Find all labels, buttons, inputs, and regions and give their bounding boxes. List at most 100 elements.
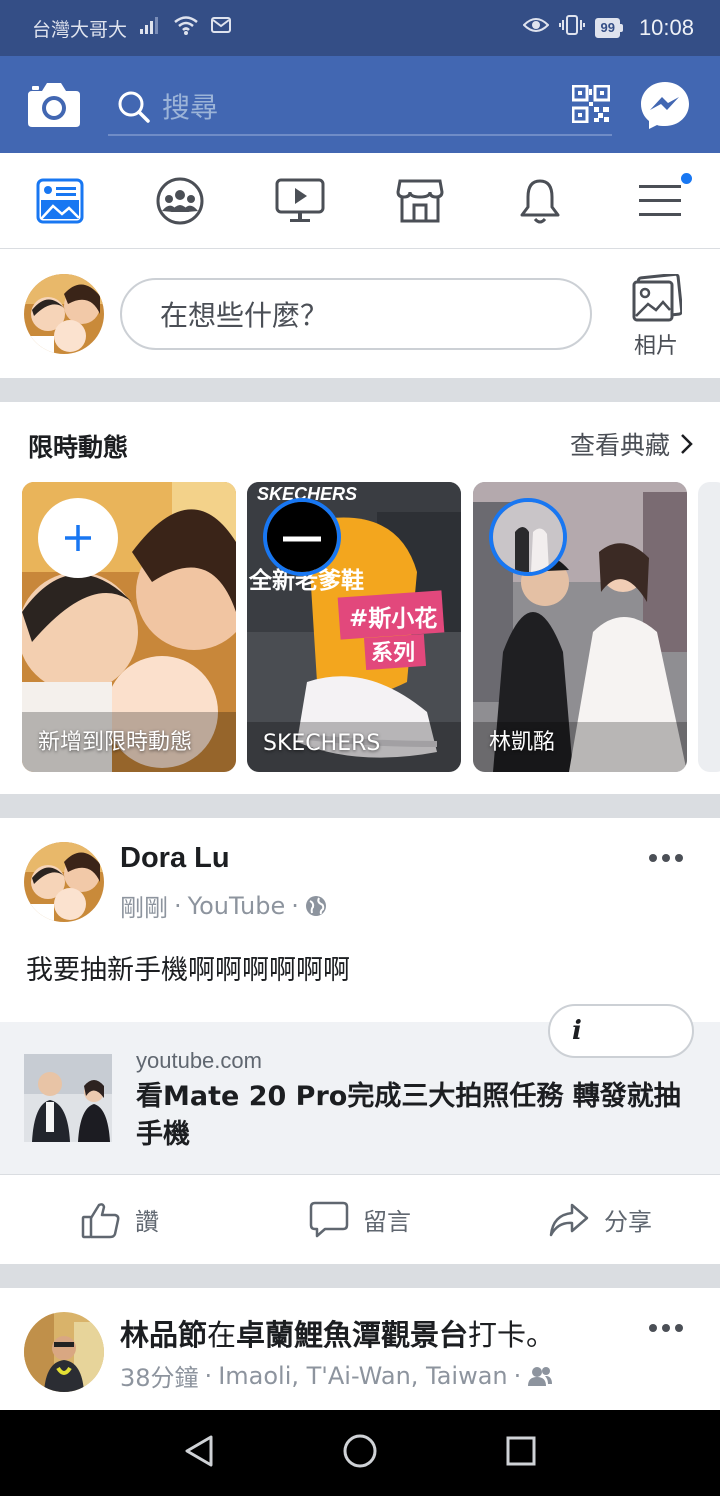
meta-separator: · — [174, 891, 182, 920]
notification-badge — [679, 171, 694, 186]
story-label: SKECHERS — [263, 731, 381, 756]
post-more-button[interactable] — [648, 1318, 684, 1338]
composer: 在想些什麼？ 相片 — [0, 250, 720, 378]
like-button[interactable]: 讚 — [0, 1175, 240, 1264]
messenger-button[interactable] — [640, 80, 690, 130]
post-more-button[interactable] — [648, 848, 684, 868]
menu-icon — [639, 184, 681, 216]
post-title: 林品節在卓蘭鯉魚潭觀景台打卡。 — [120, 1312, 555, 1354]
more-options-icon — [649, 854, 683, 862]
post-meta: 剛剛 · YouTube · — [120, 888, 327, 923]
post-time[interactable]: 剛剛 — [120, 888, 168, 923]
qr-code-button[interactable] — [571, 84, 611, 124]
marketplace-icon — [396, 179, 444, 222]
photo-icon — [632, 274, 682, 322]
battery-icon: 99 — [595, 18, 623, 38]
back-icon — [185, 1435, 213, 1466]
back-button[interactable] — [183, 1434, 215, 1473]
camera-button[interactable] — [26, 79, 82, 129]
signal-icon — [139, 16, 161, 40]
story-card-skechers[interactable]: SKECHERS 全新老爹鞋 #斯小花 系列 SKECHERS — [247, 482, 461, 772]
photo-button[interactable]: 相片 — [624, 274, 688, 364]
story-label: 林凱酩 — [489, 730, 556, 755]
status-bar: 台灣大哥大 99 10:08 — [0, 0, 720, 56]
like-label: 讚 — [135, 1208, 159, 1236]
post-time[interactable]: 38分鐘 — [120, 1358, 199, 1393]
comment-icon — [309, 1201, 349, 1237]
tab-notifications[interactable] — [480, 153, 600, 248]
post-author-avatar[interactable] — [24, 1312, 104, 1392]
share-label: 分享 — [604, 1208, 652, 1236]
link-thumbnail — [24, 1054, 112, 1142]
link-title: 看Mate 20 Pro完成三大拍照任務 轉發就抽手機 — [136, 1081, 681, 1150]
post-actions: 讚 留言 分享 — [0, 1174, 720, 1264]
meta-separator: · — [513, 1361, 522, 1390]
stories-section: 限時動態 查看典藏 新增到限時動態 SKECHERS 全新老爹鞋 #斯小花 系列… — [0, 402, 720, 794]
story-card-peek[interactable] — [698, 482, 720, 772]
thumbs-up-icon — [81, 1202, 120, 1238]
search-field[interactable] — [108, 80, 612, 136]
post-author-name[interactable]: Dora Lu — [120, 842, 230, 875]
share-button[interactable]: 分享 — [480, 1175, 720, 1264]
share-icon — [549, 1203, 589, 1236]
stories-title: 限時動態 — [28, 433, 129, 462]
tab-menu[interactable] — [600, 153, 720, 248]
news-feed-icon — [36, 178, 84, 223]
link-domain: youtube.com — [136, 1048, 262, 1073]
section-divider — [0, 794, 720, 818]
status-composer-input[interactable]: 在想些什麼？ — [120, 278, 592, 350]
post-location[interactable]: Imaoli, T'Ai-Wan, Taiwan — [218, 1362, 507, 1390]
system-nav-bar — [0, 1410, 720, 1496]
checkin-in-word: 在 — [207, 1318, 237, 1352]
post-author-name[interactable]: 林品節 — [120, 1318, 207, 1352]
add-story-button[interactable] — [38, 498, 118, 578]
search-icon — [118, 91, 150, 123]
comment-button[interactable]: 留言 — [240, 1175, 480, 1264]
post-author-avatar[interactable] — [24, 842, 104, 922]
chevron-right-icon — [681, 434, 693, 454]
tab-marketplace[interactable] — [360, 153, 480, 248]
section-divider — [0, 378, 720, 402]
clock: 10:08 — [638, 15, 694, 40]
story-avatar — [489, 498, 567, 576]
tab-groups[interactable] — [120, 153, 240, 248]
carrier-label: 台灣大哥大 — [32, 19, 128, 41]
plus-icon — [65, 525, 91, 551]
tab-watch[interactable] — [240, 153, 360, 248]
story-card-friend[interactable]: 林凱酩 — [473, 482, 687, 772]
story-text-line3: 系列 — [371, 641, 415, 666]
photo-label: 相片 — [633, 334, 678, 359]
bell-icon — [520, 179, 560, 223]
mail-icon — [211, 17, 232, 39]
tab-news-feed[interactable] — [0, 153, 120, 248]
checkin-suffix: 打卡。 — [468, 1318, 556, 1352]
story-avatar — [263, 498, 341, 576]
camera-icon — [28, 83, 80, 127]
checkin-place[interactable]: 卓蘭鯉魚潭觀景台 — [236, 1318, 468, 1352]
info-icon: i — [572, 1016, 582, 1046]
nav-tabs — [0, 153, 720, 249]
story-text-line2: #斯小花 — [349, 605, 437, 632]
battery-level: 99 — [595, 18, 620, 38]
post-meta: 38分鐘 · Imaoli, T'Ai-Wan, Taiwan · — [120, 1358, 553, 1393]
story-card-add[interactable]: 新增到限時動態 — [22, 482, 236, 772]
recents-button[interactable] — [505, 1435, 537, 1472]
watch-icon — [275, 178, 325, 222]
post-text: 我要抽新手機啊啊啊啊啊啊 — [26, 955, 350, 986]
meta-separator: · — [291, 891, 299, 920]
feed-post: Dora Lu 剛剛 · YouTube · 我要抽新手機啊啊啊啊啊啊 yout… — [0, 818, 720, 1264]
user-avatar[interactable] — [24, 274, 104, 354]
meta-separator: · — [204, 1361, 213, 1390]
search-input[interactable] — [162, 90, 542, 124]
messenger-icon — [641, 82, 689, 129]
view-archive-link[interactable]: 查看典藏 — [570, 426, 694, 462]
story-label: 新增到限時動態 — [38, 730, 193, 755]
more-options-icon — [649, 1324, 683, 1332]
friends-icon — [528, 1366, 553, 1386]
wifi-icon — [173, 15, 199, 41]
ad-info-button[interactable]: i — [548, 1004, 694, 1058]
groups-icon — [156, 177, 204, 224]
globe-icon — [305, 895, 326, 916]
view-archive-label: 查看典藏 — [569, 431, 670, 460]
home-button[interactable] — [342, 1433, 378, 1474]
